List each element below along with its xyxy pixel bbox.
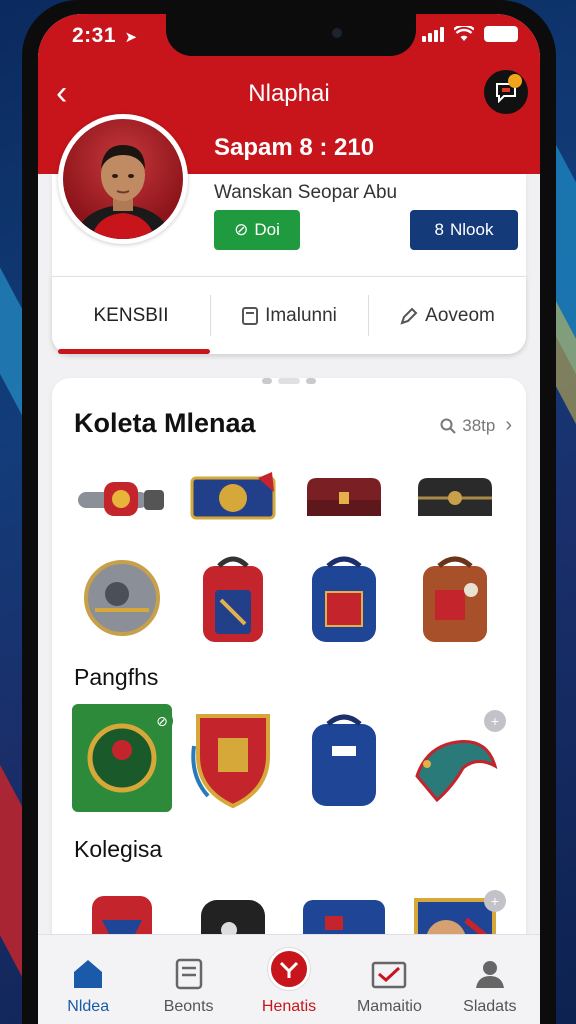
search-icon bbox=[440, 418, 456, 434]
item-backpack-red[interactable] bbox=[177, 548, 288, 648]
tab-imalunni[interactable]: Imalunni bbox=[210, 277, 368, 354]
banner-icon bbox=[190, 472, 275, 520]
player-photo bbox=[73, 145, 173, 239]
backpack-icon bbox=[311, 714, 376, 806]
nav-home[interactable]: Nldea bbox=[38, 935, 138, 1024]
collection-title: Koleta Mlenaa bbox=[74, 408, 256, 438]
list-icon bbox=[175, 958, 202, 990]
document-icon bbox=[242, 306, 259, 325]
item-backpack-brown[interactable] bbox=[399, 548, 510, 648]
plus-icon[interactable]: + bbox=[484, 710, 506, 732]
item-bag-black[interactable] bbox=[399, 448, 510, 548]
backpack-icon bbox=[422, 556, 487, 642]
nav-label: Sladats bbox=[463, 998, 517, 1015]
status-bar: 2:31 ➤ bbox=[72, 24, 518, 48]
search-label: 38tp bbox=[462, 415, 496, 435]
nav-events[interactable]: Beonts bbox=[138, 935, 238, 1024]
green-button-label: Doi bbox=[254, 220, 280, 239]
nav-messages[interactable]: Mamaitio bbox=[339, 935, 439, 1024]
item-shield-grey[interactable] bbox=[66, 548, 177, 648]
blue-action-button[interactable]: 8 Nlook bbox=[410, 210, 518, 250]
item-green-card[interactable]: ⊘ bbox=[66, 704, 177, 812]
bottom-nav: Nldea Beonts Henatis Mamaitio Sladats bbox=[38, 934, 540, 1024]
score-text: Sapam 8 : 210 bbox=[214, 134, 375, 161]
wifi-icon bbox=[454, 26, 474, 41]
item-crest[interactable] bbox=[177, 708, 288, 809]
item-backpack-navy[interactable] bbox=[288, 708, 399, 808]
mail-icon bbox=[372, 961, 407, 989]
chevron-right-icon: › bbox=[505, 414, 512, 436]
tab-label: KENSBII bbox=[93, 304, 169, 326]
notification-dot bbox=[508, 74, 522, 88]
crest-icon bbox=[190, 714, 270, 809]
nav-profile[interactable]: Sladats bbox=[440, 935, 540, 1024]
section-label-pangfhs: Pangfhs bbox=[74, 664, 159, 690]
green-action-button[interactable]: ⊘ Doi bbox=[214, 210, 300, 250]
nav-label: Henatis bbox=[261, 998, 317, 1015]
backpack-icon bbox=[202, 556, 263, 642]
backpack-icon bbox=[311, 556, 376, 642]
item-backpack-blue[interactable] bbox=[288, 548, 399, 648]
tab-label: Imalunni bbox=[265, 304, 337, 326]
status-time: 2:31 bbox=[72, 24, 117, 47]
item-grid-row-3: ⊘ + bbox=[66, 704, 510, 812]
phone-frame: 2:31 ➤ ‹ Nlaphai Sapam 8: 210 Wanskan S… bbox=[22, 0, 556, 1024]
emblem-icon bbox=[83, 560, 160, 636]
plus-icon[interactable]: + bbox=[484, 890, 506, 912]
item-grid-row-1 bbox=[66, 448, 510, 548]
notification-button[interactable] bbox=[484, 70, 528, 114]
nav-label: Mamaitio bbox=[356, 998, 422, 1015]
page-indicator bbox=[38, 378, 540, 384]
app-header: ‹ Nlaphai bbox=[38, 70, 540, 120]
tab-bar: KENSBII Imalunni Aoveom bbox=[52, 276, 526, 354]
bag-icon bbox=[306, 478, 381, 516]
nav-center[interactable]: Henatis bbox=[239, 935, 339, 1024]
home-icon bbox=[74, 960, 103, 988]
section-label-kolegisa: Kolegisa bbox=[74, 836, 163, 862]
tab-label: Aoveom bbox=[425, 304, 495, 326]
item-cannon[interactable] bbox=[66, 448, 177, 548]
signal-icon bbox=[422, 26, 444, 42]
link-icon: ⊘ bbox=[151, 710, 173, 732]
tab-aoveom[interactable]: Aoveom bbox=[368, 277, 526, 354]
link-icon: 8 bbox=[434, 220, 444, 239]
nav-label: Beonts bbox=[163, 998, 214, 1015]
cannon-icon bbox=[77, 482, 164, 516]
leaf-icon: ⊘ bbox=[234, 220, 249, 239]
bag-icon bbox=[417, 478, 492, 516]
center-nav-icon bbox=[268, 948, 311, 990]
tab-kensbii[interactable]: KENSBII bbox=[52, 277, 210, 354]
location-icon: ➤ bbox=[124, 29, 138, 46]
battery-icon bbox=[484, 26, 518, 42]
screen: 2:31 ➤ ‹ Nlaphai Sapam 8: 210 Wanskan S… bbox=[38, 14, 540, 1024]
user-icon bbox=[475, 961, 504, 988]
avatar[interactable] bbox=[58, 114, 188, 244]
profile-subtitle: Wanskan Seopar Abu bbox=[214, 182, 398, 203]
item-banner[interactable] bbox=[177, 448, 288, 548]
pencil-icon bbox=[400, 307, 418, 325]
collection-panel: Koleta Mlenaa 38tp › Pangfhs ⊘ + Kolegis… bbox=[52, 378, 526, 998]
item-bag-red[interactable] bbox=[288, 448, 399, 548]
blue-button-label: Nlook bbox=[450, 220, 494, 239]
item-grid-row-2 bbox=[66, 548, 510, 648]
nav-label: Nldea bbox=[67, 998, 110, 1015]
page-title: Nlaphai bbox=[248, 80, 330, 107]
item-dragon[interactable]: + bbox=[399, 708, 510, 808]
collection-search[interactable]: 38tp › bbox=[440, 414, 512, 437]
